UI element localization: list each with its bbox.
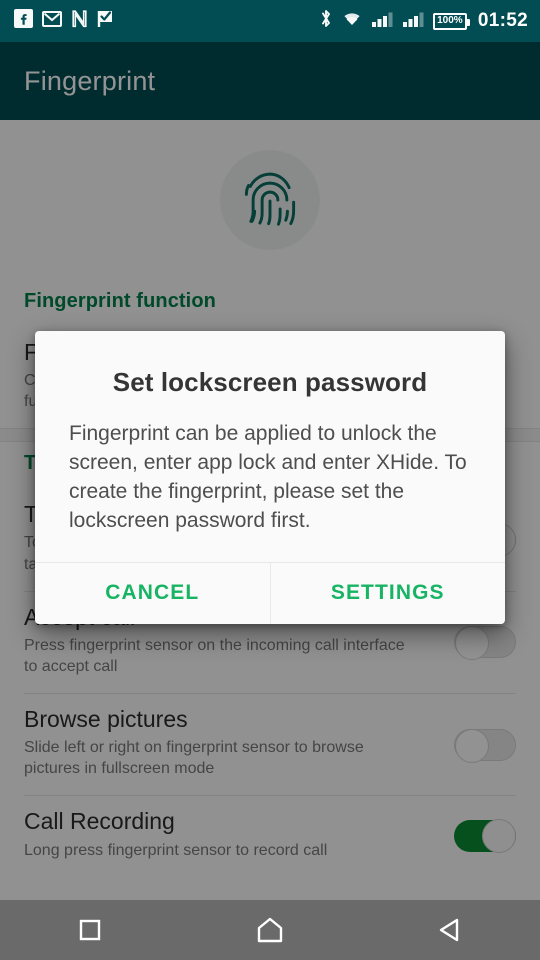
home-icon xyxy=(257,917,283,943)
status-bar-clock: 01:52 xyxy=(477,10,528,31)
app-bar: Fingerprint xyxy=(0,42,540,120)
dialog-title: Set lockscreen password xyxy=(112,367,428,397)
page-title: Fingerprint xyxy=(24,65,156,96)
status-bar-notification-icons xyxy=(14,9,319,33)
square-icon xyxy=(79,919,101,941)
wifi-icon xyxy=(341,10,363,33)
bluetooth-icon xyxy=(319,8,333,34)
cancel-button[interactable]: CANCEL xyxy=(35,563,270,624)
netflix-icon xyxy=(71,9,88,33)
tasks-check-flag-icon xyxy=(97,9,115,33)
signal-sim1-icon xyxy=(371,10,394,33)
home-button[interactable] xyxy=(225,900,315,960)
facebook-icon xyxy=(14,9,33,33)
recents-button[interactable] xyxy=(45,900,135,960)
dialog-actions: CANCEL SETTINGS xyxy=(35,561,506,624)
settings-button[interactable]: SETTINGS xyxy=(271,563,506,624)
set-lockscreen-password-dialog: Set lockscreen password Fingerprint can … xyxy=(35,331,505,624)
status-bar-system-icons: 100% 01:52 xyxy=(319,8,528,34)
signal-sim2-icon xyxy=(402,10,425,33)
gmail-icon xyxy=(42,10,62,33)
navigation-bar xyxy=(0,900,540,960)
phone-screen: 100% 01:52 Fingerprint Fingerprint funct… xyxy=(0,0,540,960)
back-button[interactable] xyxy=(405,900,495,960)
dialog-message: Fingerprint can be applied to unlock the… xyxy=(69,422,467,532)
battery-percent-label: 100% xyxy=(437,15,463,26)
back-triangle-icon xyxy=(439,918,459,942)
battery-icon: 100% xyxy=(432,12,470,30)
status-bar: 100% 01:52 xyxy=(0,0,540,42)
